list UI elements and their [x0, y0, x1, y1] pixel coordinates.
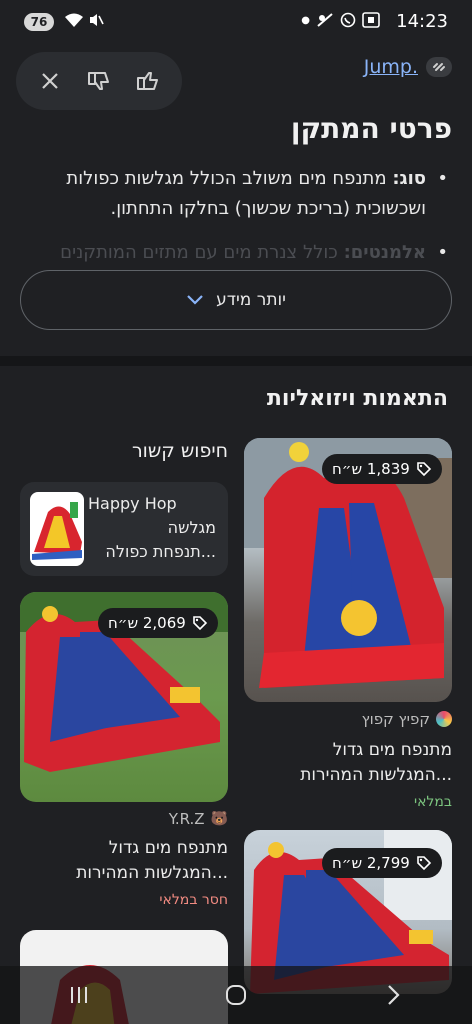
recents-icon[interactable]: [67, 984, 91, 1006]
details-title: פרטי המתקן: [290, 112, 452, 145]
price-badge: 2,069 ש״ח: [98, 608, 218, 638]
related-search-label: Happy Hop מגלשה ...תנפחת כפולה: [88, 494, 216, 561]
more-info-label: יותר מידע: [216, 290, 286, 310]
thumbs-down-icon[interactable]: [79, 61, 119, 101]
more-info-button[interactable]: יותר מידע: [20, 270, 452, 330]
home-icon[interactable]: [224, 983, 248, 1007]
source-favicon-icon: [436, 711, 452, 727]
price-tag-icon: [417, 856, 431, 871]
link-icon: [426, 57, 452, 77]
related-thumbnail: [30, 492, 84, 566]
product-title[interactable]: מתנפח מים גדול ...המגלשות המהירות: [244, 738, 452, 788]
clock: 14:23: [396, 11, 448, 32]
source-link[interactable]: Jump.: [364, 56, 452, 78]
status-bar: 76 ● 14:23: [0, 0, 472, 44]
dot-icon: ●: [301, 15, 310, 26]
stock-status: חסר במלאי: [159, 892, 228, 908]
thumbs-up-icon[interactable]: [128, 61, 168, 101]
price-badge: 1,839 ש״ח: [322, 454, 442, 484]
battery-indicator: 76: [24, 13, 54, 31]
status-icons-right: ●: [301, 12, 380, 30]
details-elements-item: אלמנטים: כולל צנרת מים עם מתזים המותקנים: [16, 238, 448, 262]
section-divider: [0, 356, 472, 366]
stock-status: במלאי: [413, 794, 452, 810]
product-source[interactable]: קפיץ קפוץ: [362, 710, 452, 728]
details-type-item: סוג: מתנפח מים משולב הכולל מגלשות כפולות…: [16, 164, 448, 224]
source-link-label[interactable]: Jump.: [364, 56, 418, 78]
details-list: סוג: מתנפח מים משולב הכולל מגלשות כפולות…: [16, 164, 448, 262]
feedback-bar: [16, 52, 182, 110]
system-nav-bar: [0, 966, 472, 1024]
screenshot-icon: [362, 12, 380, 28]
product-source[interactable]: 🐻 Y.R.Z: [169, 810, 228, 828]
visual-matches-title: התאמות ויזואליות: [266, 386, 448, 411]
status-icons-left: [64, 12, 104, 28]
price-badge: 2,799 ש״ח: [322, 848, 442, 878]
related-search-item[interactable]: Happy Hop מגלשה ...תנפחת כפולה: [20, 482, 228, 576]
related-search-title: חיפוש קשור: [131, 440, 228, 462]
chevron-down-icon: [187, 295, 203, 305]
source-favicon-icon: 🐻: [210, 811, 228, 827]
close-icon[interactable]: [30, 61, 70, 101]
product-title[interactable]: מתנפח מים גדול ...המגלשות המהירות: [20, 836, 228, 886]
notification-icon: [317, 13, 333, 27]
wifi-icon: [65, 13, 83, 27]
whatsapp-icon: [340, 12, 356, 28]
price-tag-icon: [417, 462, 431, 477]
mute-icon: [90, 14, 104, 26]
back-icon[interactable]: [381, 983, 405, 1007]
price-tag-icon: [193, 616, 207, 631]
